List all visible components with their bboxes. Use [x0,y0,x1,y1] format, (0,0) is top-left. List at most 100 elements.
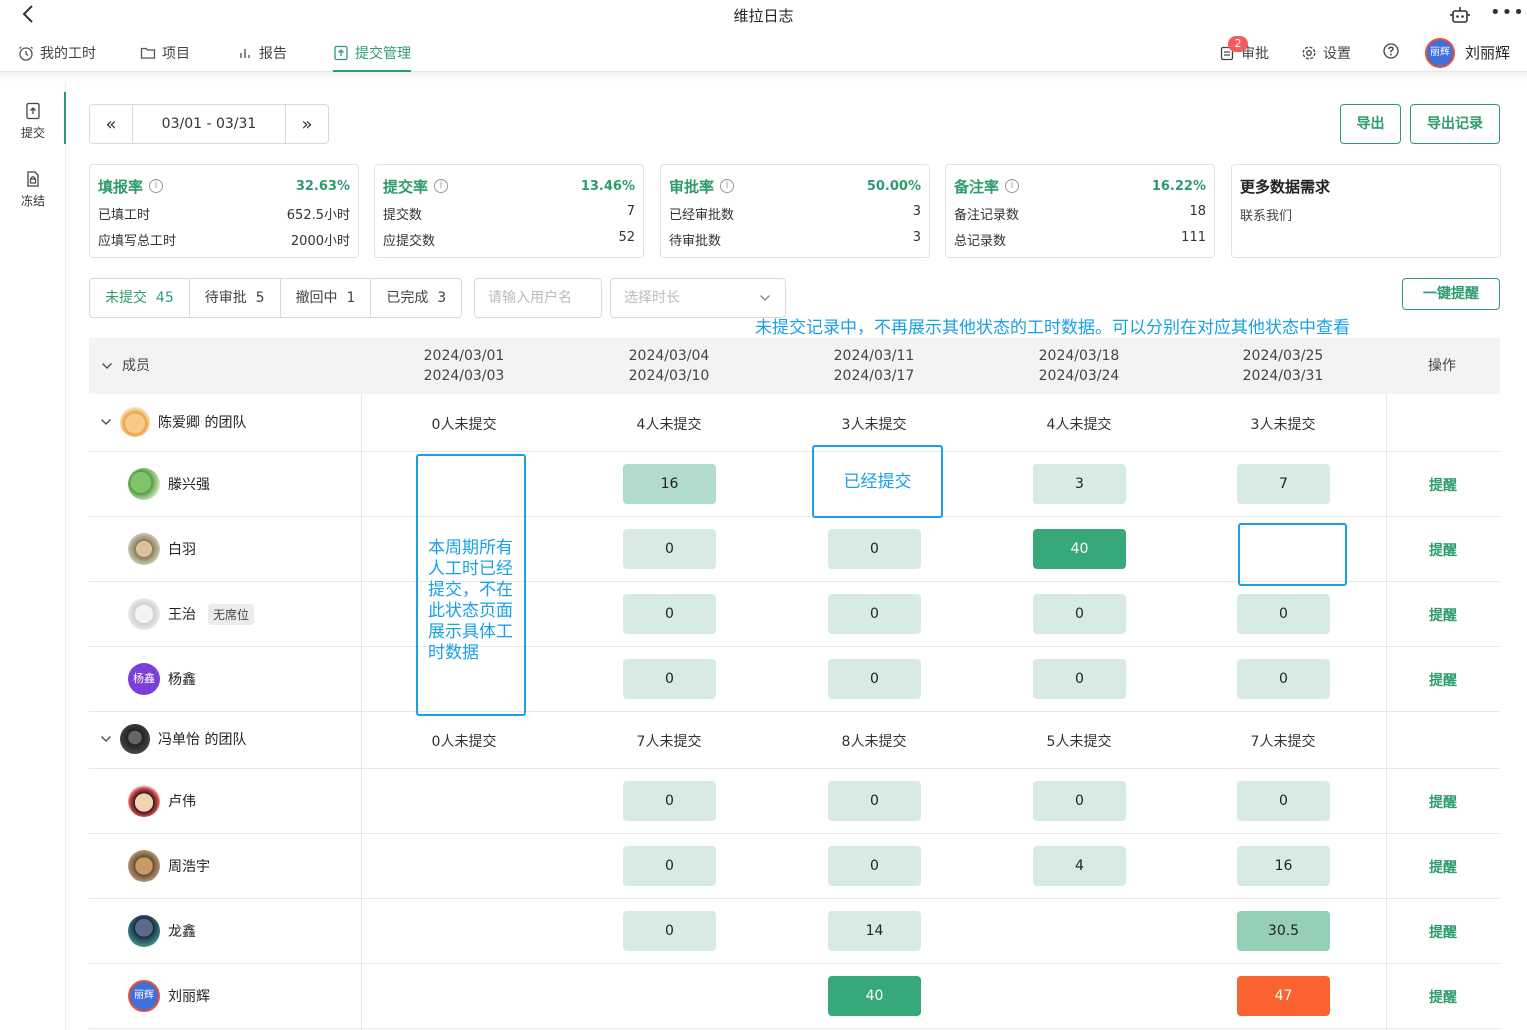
robot-icon[interactable] [1450,6,1470,24]
hours-cell[interactable]: 0 [828,529,921,569]
duration-placeholder: 选择时长 [624,290,680,306]
settings-label: 设置 [1323,46,1351,62]
next-period-button[interactable]: » [286,105,328,143]
duration-select[interactable]: 选择时长 [610,278,786,318]
user-name[interactable]: 刘丽辉 [1465,42,1510,63]
period-header: 2024/03/25 2024/03/31 [1242,348,1324,384]
avatar [128,915,160,947]
avatar: 杨鑫 [128,663,160,695]
remind-link[interactable]: 提醒 [1423,475,1463,495]
hours-cell[interactable]: 0 [623,846,716,886]
more-menu-icon[interactable]: ••• [1490,2,1525,23]
member-row: 周浩宇 [128,850,210,882]
info-icon[interactable]: i [149,179,164,193]
help-button[interactable] [1383,43,1399,59]
prev-period-button[interactable]: « [90,105,132,143]
chevron-down-icon[interactable] [100,733,112,745]
remind-link[interactable]: 提醒 [1423,857,1463,877]
nav-item-submission-management[interactable]: 提交管理 [333,43,411,63]
upload-doc-icon [26,102,40,120]
sidebar-item-submit[interactable]: 提交 [0,102,66,141]
avatar [120,407,150,437]
tab-withdrawing[interactable]: 撤回中 1 [281,279,372,317]
hours-cell[interactable]: 0 [1237,594,1330,634]
contact-us-link[interactable]: 联系我们 [1240,205,1492,224]
nav-item-my-hours[interactable]: 我的工时 [18,43,96,63]
sidebar-item-label: 提交 [20,126,45,140]
member-name: 刘丽辉 [168,989,210,1005]
team-row-header[interactable]: 陈爱卿 的团队 [100,407,246,437]
team-row-header[interactable]: 冯单怡 的团队 [100,724,246,754]
nav-item-projects[interactable]: 项目 [140,43,190,63]
no-seat-tag: 无席位 [208,603,255,625]
upload-doc-icon [334,45,348,61]
remind-link[interactable]: 提醒 [1423,605,1463,625]
row-divider [89,516,1500,517]
hours-cell[interactable]: 0 [1237,781,1330,821]
chevron-down-icon[interactable] [100,416,112,428]
hours-cell[interactable]: 40 [828,976,921,1016]
export-records-button[interactable]: 导出记录 [1410,104,1500,144]
stat-value: 7 [626,204,635,219]
remind-link[interactable]: 提醒 [1423,540,1463,560]
export-button[interactable]: 导出 [1340,104,1401,144]
hours-cell[interactable]: 16 [1237,846,1330,886]
avatar: 丽辉 [128,980,160,1012]
hours-cell[interactable]: 0 [1033,781,1126,821]
stat-label: 应填写总工时 [98,234,177,249]
hours-cell[interactable]: 0 [828,594,921,634]
stat-name: 审批率 i [669,176,735,197]
nav-item-reports[interactable]: 报告 [237,43,287,63]
hours-cell[interactable]: 4 [1033,846,1126,886]
tab-unsubmitted[interactable]: 未提交 45 [90,279,190,317]
hours-cell[interactable]: 0 [828,659,921,699]
stat-value: 111 [1181,230,1206,245]
hours-cell[interactable]: 0 [828,846,921,886]
unsubmitted-count: 3人未提交 [841,417,907,433]
header-shadow [0,72,1527,82]
stat-name: 填报率 i [98,176,164,197]
hours-cell[interactable]: 0 [828,781,921,821]
info-icon[interactable]: i [1005,179,1020,193]
username-search-input[interactable]: 请输入用户名 [474,278,602,318]
avatar [128,598,160,630]
chevron-down-icon[interactable] [101,360,113,372]
remind-link[interactable]: 提醒 [1423,922,1463,942]
hours-cell[interactable]: 3 [1033,464,1126,504]
unsubmitted-count: 4人未提交 [1046,417,1112,433]
approval-badge: 2 [1228,36,1248,52]
hours-cell[interactable]: 0 [1033,594,1126,634]
hours-cell[interactable]: 14 [828,911,921,951]
remind-all-button[interactable]: 一键提醒 [1402,278,1500,310]
help-icon [1383,43,1399,59]
settings-button[interactable]: 设置 [1301,43,1351,63]
date-range-value[interactable]: 03/01 - 03/31 [132,105,286,143]
hours-cell[interactable]: 0 [1237,659,1330,699]
hours-cell[interactable]: 0 [1033,659,1126,699]
hours-cell[interactable]: 0 [623,529,716,569]
hours-cell[interactable]: 0 [623,781,716,821]
hours-cell[interactable]: 47 [1237,976,1330,1016]
remind-link[interactable]: 提醒 [1423,987,1463,1007]
hours-cell[interactable]: 7 [1237,464,1330,504]
tab-completed[interactable]: 已完成 3 [371,279,461,317]
team-name: 冯单怡 的团队 [158,732,247,748]
remind-link[interactable]: 提醒 [1423,670,1463,690]
info-icon[interactable]: i [434,179,449,193]
hours-cell[interactable]: 0 [623,659,716,699]
hours-cell[interactable]: 0 [623,594,716,634]
user-avatar[interactable]: 丽辉 [1425,38,1455,68]
remind-link[interactable]: 提醒 [1423,792,1463,812]
bar-chart-icon [240,49,250,58]
hours-cell[interactable]: 30.5 [1237,911,1330,951]
hours-cell[interactable]: 16 [623,464,716,504]
hours-cell[interactable]: 40 [1033,529,1126,569]
tab-pending-approval[interactable]: 待审批 5 [190,279,281,317]
sidebar-item-freeze[interactable]: 冻结 [0,170,66,209]
stat-pct: 50.00% [866,178,921,194]
stat-label: 已经审批数 [669,208,735,223]
hours-cell[interactable]: 0 [623,911,716,951]
more-data-card[interactable]: 更多数据需求 联系我们 [1231,164,1501,258]
info-icon[interactable]: i [720,179,735,193]
stat-value: 3 [912,230,921,245]
